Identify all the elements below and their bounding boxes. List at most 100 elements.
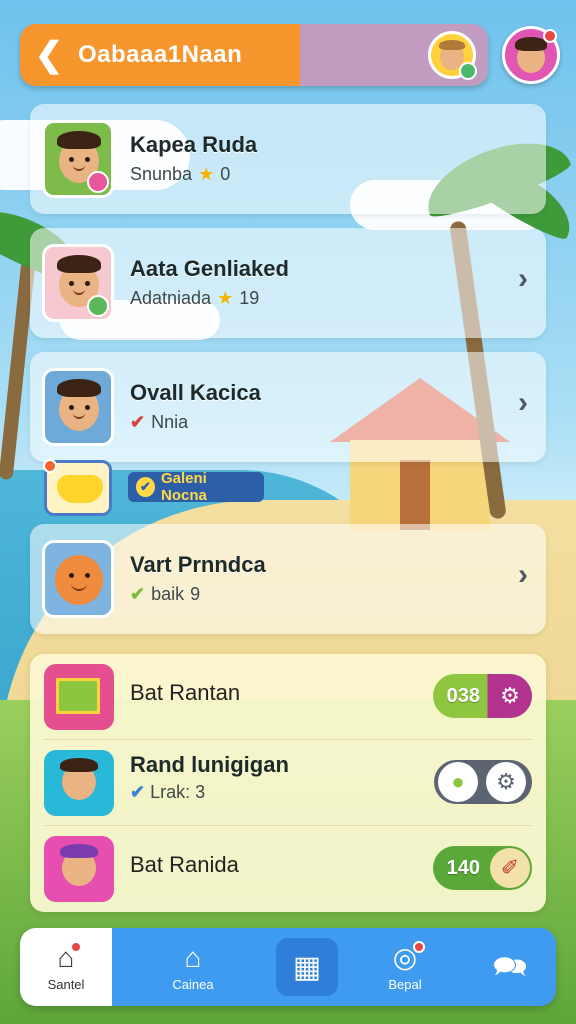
friend-status-text: Adatniada: [130, 288, 212, 308]
banana-thumbnail: [43, 459, 112, 516]
eye: [85, 573, 90, 578]
nav-target[interactable]: ◎ Bepal: [360, 928, 450, 1006]
avatar-badge: [87, 295, 109, 317]
check-icon: ✔: [130, 412, 146, 432]
bottom-navigation: ⌂ Santel ⌂ Cainea ▦ ◎ Bepal 🗪: [20, 928, 556, 1006]
friend-name: Kapea Ruda: [130, 132, 258, 157]
eye: [69, 573, 74, 578]
brush-icon: ✐: [490, 848, 530, 888]
back-button[interactable]: ❮: [20, 24, 78, 86]
nav-home[interactable]: ⌂ Santel: [20, 928, 112, 1006]
reward-pill: ✔ Galeni Nocna: [128, 470, 264, 504]
setting-toggle[interactable]: ● ⚙: [434, 760, 532, 804]
star-icon: ★: [198, 164, 215, 184]
gear-icon: ⚙: [490, 676, 530, 716]
friend-status: ✔ baik 9: [130, 584, 200, 605]
house-icon: ⌂: [184, 941, 202, 973]
friend-card[interactable]: Vart Prnndca ✔ baik 9 ›: [30, 524, 546, 634]
friend-status: ✔ Nnia: [130, 412, 188, 433]
settings-row-title: Bat Ranida: [130, 852, 239, 877]
notification-dot: [70, 940, 83, 953]
friend-card[interactable]: Aata Genliaked Adatniada ★ 19 ›: [30, 228, 546, 338]
friend-avatar: [44, 750, 114, 816]
gear-icon: ⚙: [486, 762, 526, 802]
chevron-right-icon[interactable]: ›: [518, 386, 528, 420]
friend-status: Snunba ★ 0: [130, 164, 230, 185]
target-icon: ◎: [393, 940, 426, 973]
eye: [69, 157, 74, 162]
friend-card[interactable]: Kapea Ruda Snunba ★ 0: [30, 104, 546, 214]
friend-status-text: baik: [151, 584, 185, 604]
header-friend-avatar[interactable]: [428, 31, 477, 80]
star-icon: ★: [217, 288, 234, 308]
friend-status-text: Snunba: [130, 164, 193, 184]
friend-count: 9: [190, 584, 201, 604]
eye: [69, 281, 74, 286]
nav-label: Santel: [47, 976, 85, 992]
reward-banner[interactable]: ✔ Galeni Nocna: [43, 459, 264, 516]
settings-row: Rand lunigigan ✔ Lrak: 3 ● ⚙: [30, 740, 546, 826]
page-title: Oabaaa1Naan: [78, 41, 243, 68]
nav-label: Bepal: [388, 976, 422, 992]
house-door: [400, 460, 430, 530]
friend-avatar: [42, 244, 114, 322]
back-arrow-icon: ❮: [34, 36, 64, 74]
check-icon: ✔: [130, 782, 146, 802]
check-icon: ✔: [130, 584, 146, 604]
notification-dot: [43, 459, 57, 473]
setting-toggle[interactable]: 140 ✐: [432, 846, 532, 890]
lime-icon: ●: [438, 762, 478, 802]
friend-name: Aata Genliaked: [130, 256, 289, 281]
photo-icon: [44, 664, 114, 730]
avatar-hair: [57, 131, 101, 149]
avatar-hair: [515, 37, 547, 51]
toggle-value: 140: [446, 856, 480, 879]
chat-icon: 🗪: [492, 951, 528, 982]
avatar-face: [55, 555, 103, 605]
banana-icon: [57, 475, 103, 503]
notification-dot: [413, 940, 426, 953]
friend-avatar: [42, 540, 114, 618]
profile-avatar[interactable]: [502, 26, 560, 84]
coin-icon: ✔: [136, 477, 155, 497]
chevron-right-icon[interactable]: ›: [518, 558, 528, 592]
setting-toggle[interactable]: 038 ⚙: [432, 674, 532, 718]
friend-name: Ovall Kacica: [130, 380, 261, 405]
settings-row: Bat Rantan 038 ⚙: [30, 654, 546, 740]
chevron-right-icon[interactable]: ›: [518, 262, 528, 296]
friend-avatar: [42, 120, 114, 198]
avatar-hair: [60, 758, 98, 772]
photo-frame: [56, 678, 100, 714]
friend-count: 19: [239, 288, 260, 308]
settings-row-status-text: Lrak:: [150, 782, 191, 802]
avatar-hair: [60, 844, 98, 858]
grid-icon[interactable]: ▦: [276, 938, 338, 996]
friend-status-text: Nnia: [151, 412, 189, 432]
eye: [85, 157, 90, 162]
avatar-badge: [87, 171, 109, 193]
top-bar: ❮ Oabaaa1Naan: [20, 24, 488, 86]
settings-row-title: Bat Rantan: [130, 680, 241, 705]
friend-avatar: [44, 836, 114, 902]
toggle-value: 038: [446, 684, 480, 707]
friend-avatar: [42, 368, 114, 446]
settings-row-title: Rand lunigigan: [130, 752, 289, 777]
settings-row-count: 3: [195, 782, 206, 802]
friend-card[interactable]: Ovall Kacica ✔ Nnia ›: [30, 352, 546, 462]
home-icon: ⌂: [58, 940, 83, 973]
eye: [69, 405, 74, 410]
nav-house[interactable]: ⌂ Cainea: [138, 928, 248, 1006]
friend-status-badge: [459, 62, 477, 80]
friend-name: Vart Prnndca: [130, 552, 266, 577]
friend-count: 0: [220, 164, 231, 184]
notification-dot: [543, 29, 557, 43]
avatar-hair: [57, 379, 101, 397]
eye: [85, 405, 90, 410]
nav-label: Cainea: [172, 976, 214, 992]
eye: [85, 281, 90, 286]
nav-chat[interactable]: 🗪: [470, 928, 550, 1006]
avatar-hair: [57, 255, 101, 273]
settings-row: Bat Ranida 140 ✐: [30, 826, 546, 912]
reward-label: Galeni Nocna: [160, 470, 207, 504]
avatar-hair: [439, 40, 465, 50]
